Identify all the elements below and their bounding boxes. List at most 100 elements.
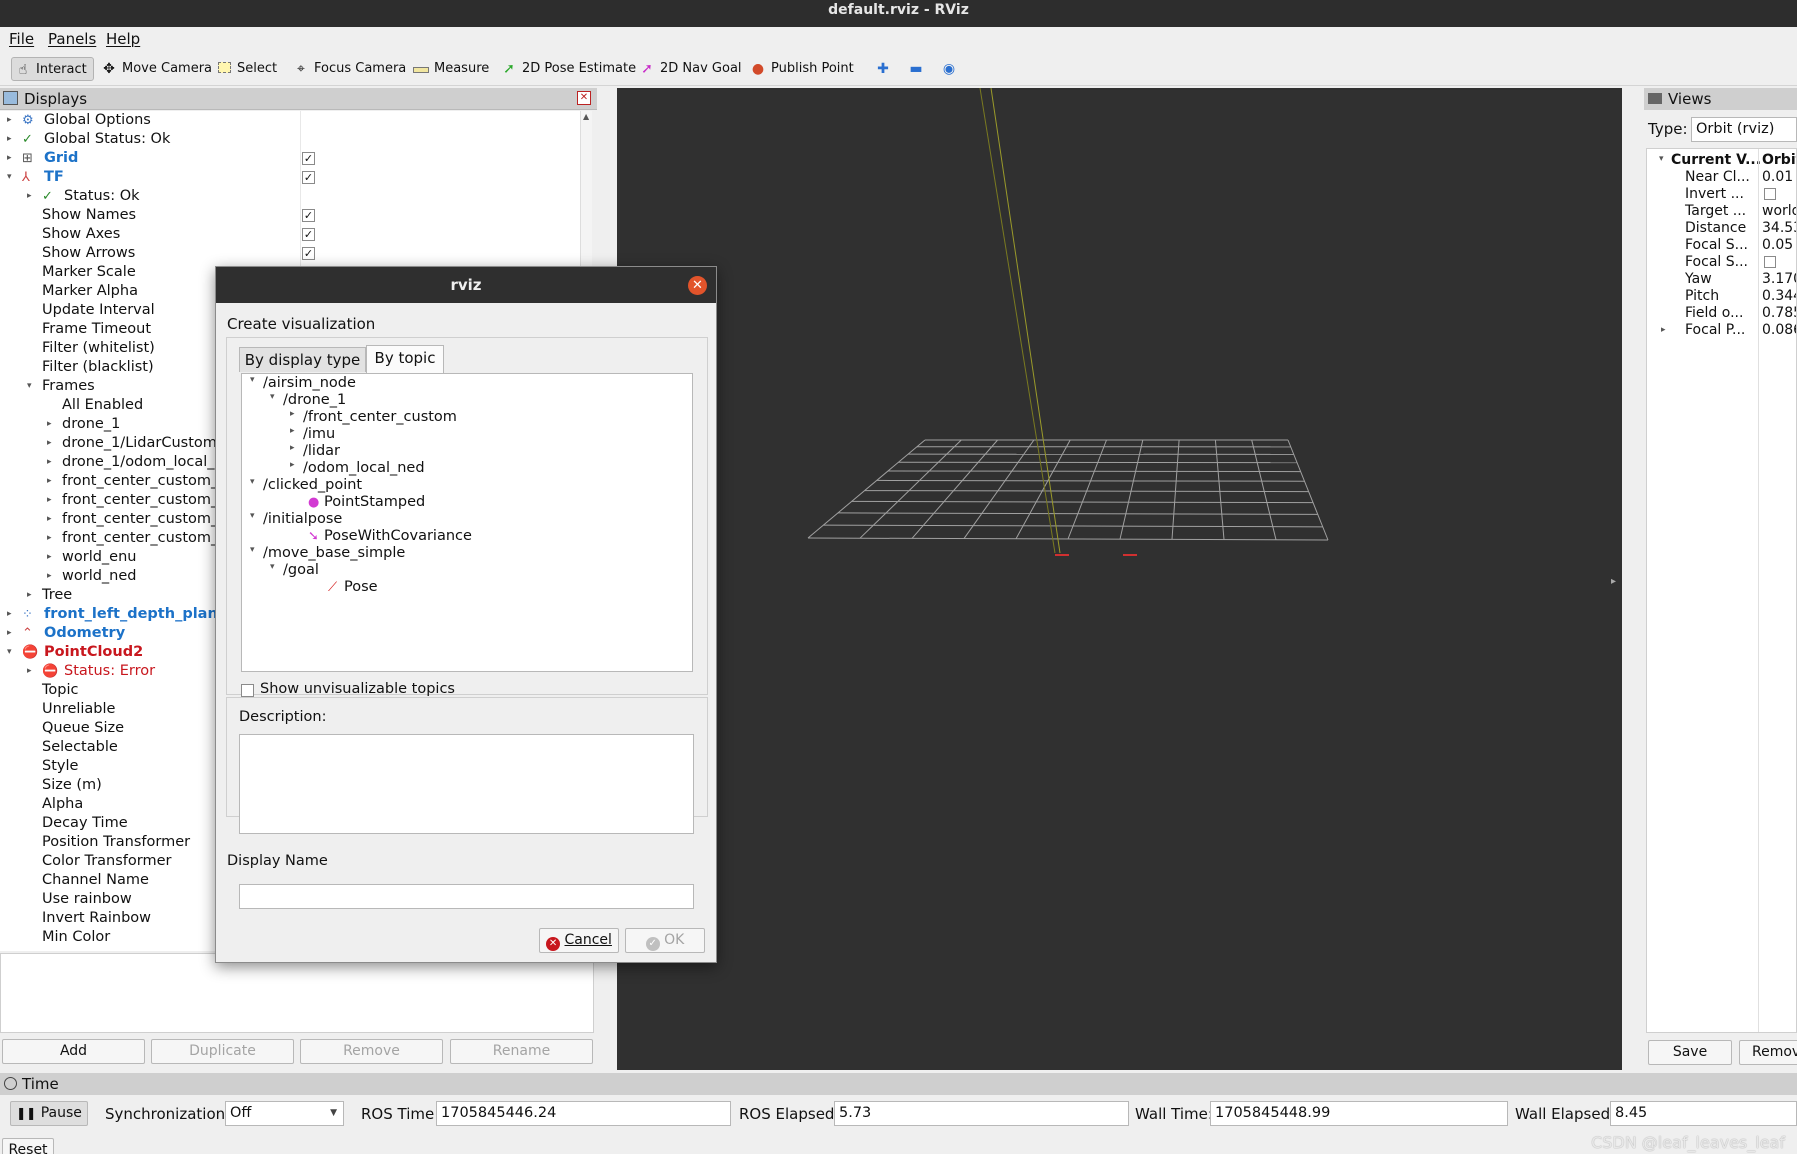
expand-arrow-icon[interactable]: ▸ (290, 443, 295, 453)
topic-tree-item[interactable]: /odom_local_ned (303, 460, 425, 477)
view-property-checkbox[interactable] (1764, 256, 1776, 268)
ros-time-field[interactable]: 1705845446.24 (436, 1101, 731, 1126)
topic-tree-item[interactable]: /lidar (303, 443, 340, 460)
collapse-arrow-icon[interactable]: ▾ (270, 562, 275, 572)
topic-tree-item[interactable]: /clicked_point (263, 477, 362, 494)
focus-camera-tool-button[interactable]: ⌖ Focus Camera (290, 57, 406, 81)
display-tree-row[interactable]: ▸ ⚙ Global Options (0, 111, 589, 130)
expand-arrow-icon[interactable]: ▸ (1661, 322, 1666, 339)
topic-display-type-item[interactable]: PointStamped (324, 494, 425, 511)
remove-tool-button[interactable]: ▬ (905, 57, 923, 81)
expand-arrow-icon[interactable]: ▸ (7, 605, 12, 624)
display-enabled-checkbox[interactable]: ✓ (302, 152, 315, 165)
add-display-button[interactable]: Add (2, 1039, 145, 1064)
ok-button[interactable]: ✓ OK (625, 928, 705, 953)
display-enabled-checkbox[interactable]: ✓ (302, 228, 315, 241)
pause-button[interactable]: ❚❚ Pause (10, 1101, 88, 1126)
view-property-value[interactable]: 0.086 (1762, 322, 1796, 339)
display-name-input[interactable] (239, 884, 694, 909)
expand-arrow-icon[interactable]: ▸ (27, 187, 32, 206)
expand-arrow-icon[interactable]: ▸ (47, 548, 52, 567)
save-view-button[interactable]: Save (1648, 1040, 1732, 1065)
wall-time-field[interactable]: 1705845448.99 (1210, 1101, 1508, 1126)
expand-arrow-icon[interactable]: ▸ (7, 130, 12, 149)
menu-panels[interactable]: Panels (48, 30, 96, 48)
tab-by-topic[interactable]: By topic (366, 345, 444, 373)
collapse-arrow-icon[interactable]: ▸ (1611, 576, 1616, 587)
tab-by-display-type[interactable]: By display type (239, 347, 366, 372)
topic-tree-item[interactable]: /move_base_simple (263, 545, 405, 562)
3d-render-view[interactable]: ▸ (617, 88, 1622, 1070)
expand-arrow-icon[interactable]: ▸ (47, 415, 52, 434)
expand-arrow-icon[interactable]: ▸ (7, 149, 12, 168)
wall-elapsed-field[interactable]: 8.45 (1610, 1101, 1797, 1126)
view-property-value[interactable]: world (1762, 203, 1796, 220)
topic-tree-item[interactable]: /drone_1 (283, 392, 346, 409)
collapse-arrow-icon[interactable]: ▾ (250, 477, 255, 487)
collapse-arrow-icon[interactable]: ▾ (250, 545, 255, 555)
menu-file[interactable]: File (9, 30, 34, 48)
display-tree-row[interactable]: Show Arrows ✓ (0, 244, 589, 263)
remove-display-button[interactable]: Remove (300, 1039, 443, 1064)
expand-arrow-icon[interactable]: ▸ (27, 662, 32, 681)
display-enabled-checkbox[interactable]: ✓ (302, 247, 315, 260)
expand-arrow-icon[interactable]: ▸ (47, 510, 52, 529)
expand-arrow-icon[interactable]: ▸ (7, 111, 12, 130)
display-tree-row[interactable]: ▸ ✓ Global Status: Ok (0, 130, 589, 149)
close-icon[interactable]: ✕ (688, 276, 707, 295)
view-property-value[interactable]: 0.05 (1762, 237, 1793, 254)
ros-elapsed-field[interactable]: 5.73 (834, 1101, 1129, 1126)
collapse-arrow-icon[interactable]: ▾ (250, 511, 255, 521)
view-property-value[interactable]: 0.785 (1762, 305, 1796, 322)
display-tree-row[interactable]: ▸ ⊞ Grid ✓ (0, 149, 589, 168)
close-panel-icon[interactable]: ✕ (577, 91, 591, 105)
expand-arrow-icon[interactable]: ▸ (290, 426, 295, 436)
view-property-value[interactable]: 3.170 (1762, 271, 1796, 288)
duplicate-display-button[interactable]: Duplicate (151, 1039, 294, 1064)
rename-display-button[interactable]: Rename (450, 1039, 593, 1064)
expand-arrow-icon[interactable]: ▸ (47, 491, 52, 510)
topic-tree-item[interactable]: /goal (283, 562, 319, 579)
move-camera-tool-button[interactable]: ✥ Move Camera (98, 57, 212, 81)
display-tree-row[interactable]: ▸ ✓ Status: Ok (0, 187, 589, 206)
interact-tool-button[interactable]: ☝ Interact (11, 57, 94, 81)
expand-arrow-icon[interactable]: ▸ (290, 460, 295, 470)
expand-arrow-icon[interactable]: ▸ (47, 434, 52, 453)
expand-arrow-icon[interactable]: ▸ (47, 567, 52, 586)
topic-tree-item[interactable]: /front_center_custom (303, 409, 457, 426)
topic-display-type-item[interactable]: Pose (344, 579, 378, 596)
select-tool-button[interactable]: Select (213, 57, 277, 81)
nav-goal-tool-button[interactable]: ➚ 2D Nav Goal (636, 57, 741, 81)
view-property-value[interactable]: 34.53 (1762, 220, 1796, 237)
sync-select[interactable]: Off ▼ (225, 1101, 344, 1126)
publish-point-tool-button[interactable]: ● Publish Point (747, 57, 854, 81)
display-enabled-checkbox[interactable]: ✓ (302, 171, 315, 184)
topic-tree-item[interactable]: /airsim_node (263, 375, 356, 392)
reset-button[interactable]: Reset (2, 1138, 54, 1154)
view-options-button[interactable]: ◉ (938, 57, 956, 81)
display-enabled-checkbox[interactable]: ✓ (302, 209, 315, 222)
expand-arrow-icon[interactable]: ▸ (7, 624, 12, 643)
measure-tool-button[interactable]: Measure (410, 57, 489, 81)
topic-tree-item[interactable]: /initialpose (263, 511, 342, 528)
expand-arrow-icon[interactable]: ▾ (1659, 151, 1664, 168)
expand-arrow-icon[interactable]: ▸ (47, 453, 52, 472)
scroll-up-icon[interactable]: ▲ (583, 112, 589, 121)
pose-estimate-tool-button[interactable]: ➚ 2D Pose Estimate (498, 57, 636, 81)
menu-help[interactable]: Help (106, 30, 140, 48)
expand-arrow-icon[interactable]: ▸ (47, 472, 52, 491)
display-tree-row[interactable]: Show Names ✓ (0, 206, 589, 225)
view-property-value[interactable]: 0.344 (1762, 288, 1796, 305)
show-unvisualizable-checkbox[interactable] (241, 684, 254, 697)
display-tree-row[interactable]: ▾ ⅄ TF ✓ (0, 168, 589, 187)
topic-display-type-item[interactable]: PoseWithCovariance (324, 528, 472, 545)
collapse-arrow-icon[interactable]: ▾ (270, 392, 275, 402)
expand-arrow-icon[interactable]: ▸ (47, 529, 52, 548)
view-property-value[interactable]: 0.01 (1762, 169, 1793, 186)
topic-tree-item[interactable]: /imu (303, 426, 335, 443)
remove-view-button[interactable]: Remove (1739, 1040, 1797, 1065)
add-tool-button[interactable]: ✚ (872, 57, 890, 81)
display-tree-row[interactable]: Show Axes ✓ (0, 225, 589, 244)
collapse-arrow-icon[interactable]: ▾ (250, 375, 255, 385)
expand-arrow-icon[interactable]: ▸ (290, 409, 295, 419)
